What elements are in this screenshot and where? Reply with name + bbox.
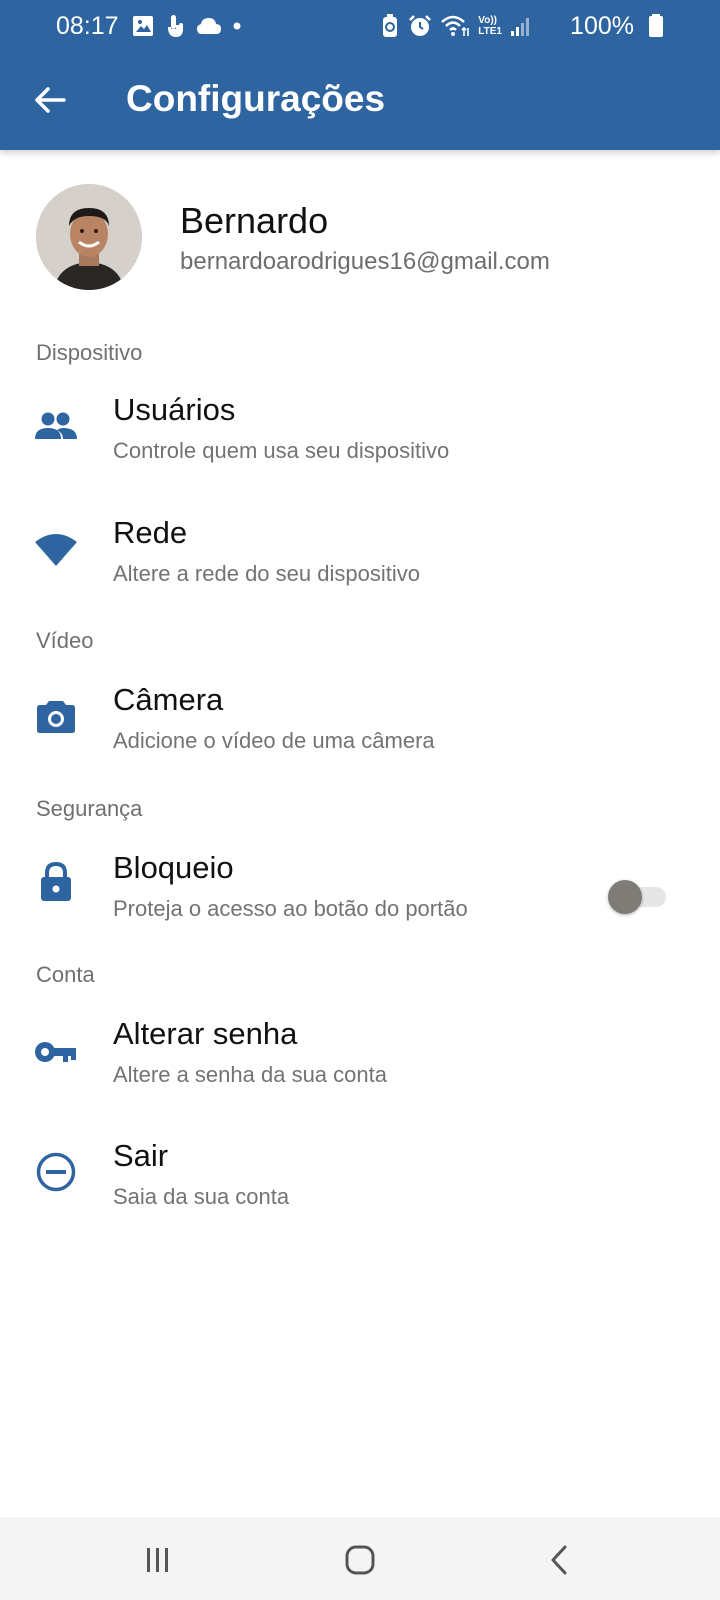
section-header-security: Segurança: [36, 796, 143, 821]
recents-button[interactable]: [128, 1535, 188, 1585]
wifi-icon: [34, 527, 78, 571]
gallery-icon: [133, 16, 153, 36]
logout-title: Sair: [113, 1138, 169, 1173]
arrow-back-icon: [35, 87, 66, 113]
settings-item-change-password[interactable]: Alterar senha Altere a senha da sua cont…: [0, 1008, 720, 1118]
signal-icon: [511, 18, 529, 36]
settings-item-network[interactable]: Rede Altere a rede do seu dispositivo: [0, 507, 720, 617]
camera-subtitle: Adicione o vídeo de uma câmera: [113, 728, 435, 753]
battery-icon: [649, 14, 663, 37]
home-icon: [345, 1545, 375, 1575]
lock-subtitle: Proteja o acesso ao botão do portão: [113, 896, 468, 921]
people-icon: [34, 404, 78, 448]
camera-icon: [34, 694, 78, 738]
nav-back-button[interactable]: [530, 1535, 590, 1585]
status-right-icons: Vo)) LTE1: [380, 12, 532, 40]
network-title: Rede: [113, 515, 188, 550]
alarm-icon: [409, 15, 432, 36]
status-left-icons: [132, 12, 242, 40]
volte-label: Vo)): [478, 15, 497, 26]
battery-percent: 100%: [570, 12, 634, 40]
users-title: Usuários: [113, 392, 236, 427]
home-button[interactable]: [330, 1535, 390, 1585]
lock-icon: [34, 860, 78, 904]
volte-indicator: Vo)) LTE1: [478, 15, 502, 37]
section-header-device: Dispositivo: [36, 340, 143, 365]
settings-item-camera[interactable]: Câmera Adicione o vídeo de uma câmera: [0, 674, 720, 784]
settings-item-users[interactable]: Usuários Controle quem usa seu dispositi…: [0, 384, 720, 494]
avatar: [36, 184, 142, 290]
app-bar: 08:17 Vo)) LTE1 100% Configurações: [0, 0, 720, 150]
status-time: 08:17: [56, 12, 119, 40]
network-subtitle: Altere a rede do seu dispositivo: [113, 561, 420, 586]
status-bar: 08:17 Vo)) LTE1 100%: [0, 0, 720, 52]
minus-circle-icon: [34, 1150, 78, 1194]
toggle-thumb: [608, 880, 642, 914]
nav-back-icon: [551, 1545, 567, 1575]
camera-title: Câmera: [113, 682, 224, 717]
logout-subtitle: Saia da sua conta: [113, 1184, 290, 1209]
back-button[interactable]: [30, 80, 70, 120]
section-header-video: Vídeo: [36, 628, 94, 653]
section-header-account: Conta: [36, 962, 95, 987]
touch-icon: [168, 15, 183, 37]
change-password-title: Alterar senha: [113, 1016, 298, 1051]
dot-icon: [233, 22, 241, 30]
profile-email: bernardoarodrigues16@gmail.com: [180, 248, 550, 275]
change-password-subtitle: Altere a senha da sua conta: [113, 1062, 387, 1087]
settings-item-logout[interactable]: Sair Saia da sua conta: [0, 1130, 720, 1240]
page-title: Configurações: [126, 78, 386, 119]
users-subtitle: Controle quem usa seu dispositivo: [113, 438, 450, 463]
settings-item-lock[interactable]: Bloqueio Proteja o acesso ao botão do po…: [0, 842, 720, 952]
recents-icon: [147, 1548, 168, 1572]
profile-name: Bernardo: [180, 200, 329, 241]
profile-header[interactable]: Bernardo bernardoarodrigues16@gmail.com: [0, 184, 720, 294]
lock-toggle[interactable]: [608, 880, 666, 914]
cloud-icon: [197, 18, 221, 34]
key-icon: [34, 1030, 78, 1074]
system-nav-bar: [0, 1517, 720, 1600]
lock-title: Bloqueio: [113, 850, 234, 885]
wifi-status-icon: [441, 15, 470, 36]
battery-saver-icon: [383, 14, 398, 37]
lte-label: LTE1: [478, 26, 502, 37]
